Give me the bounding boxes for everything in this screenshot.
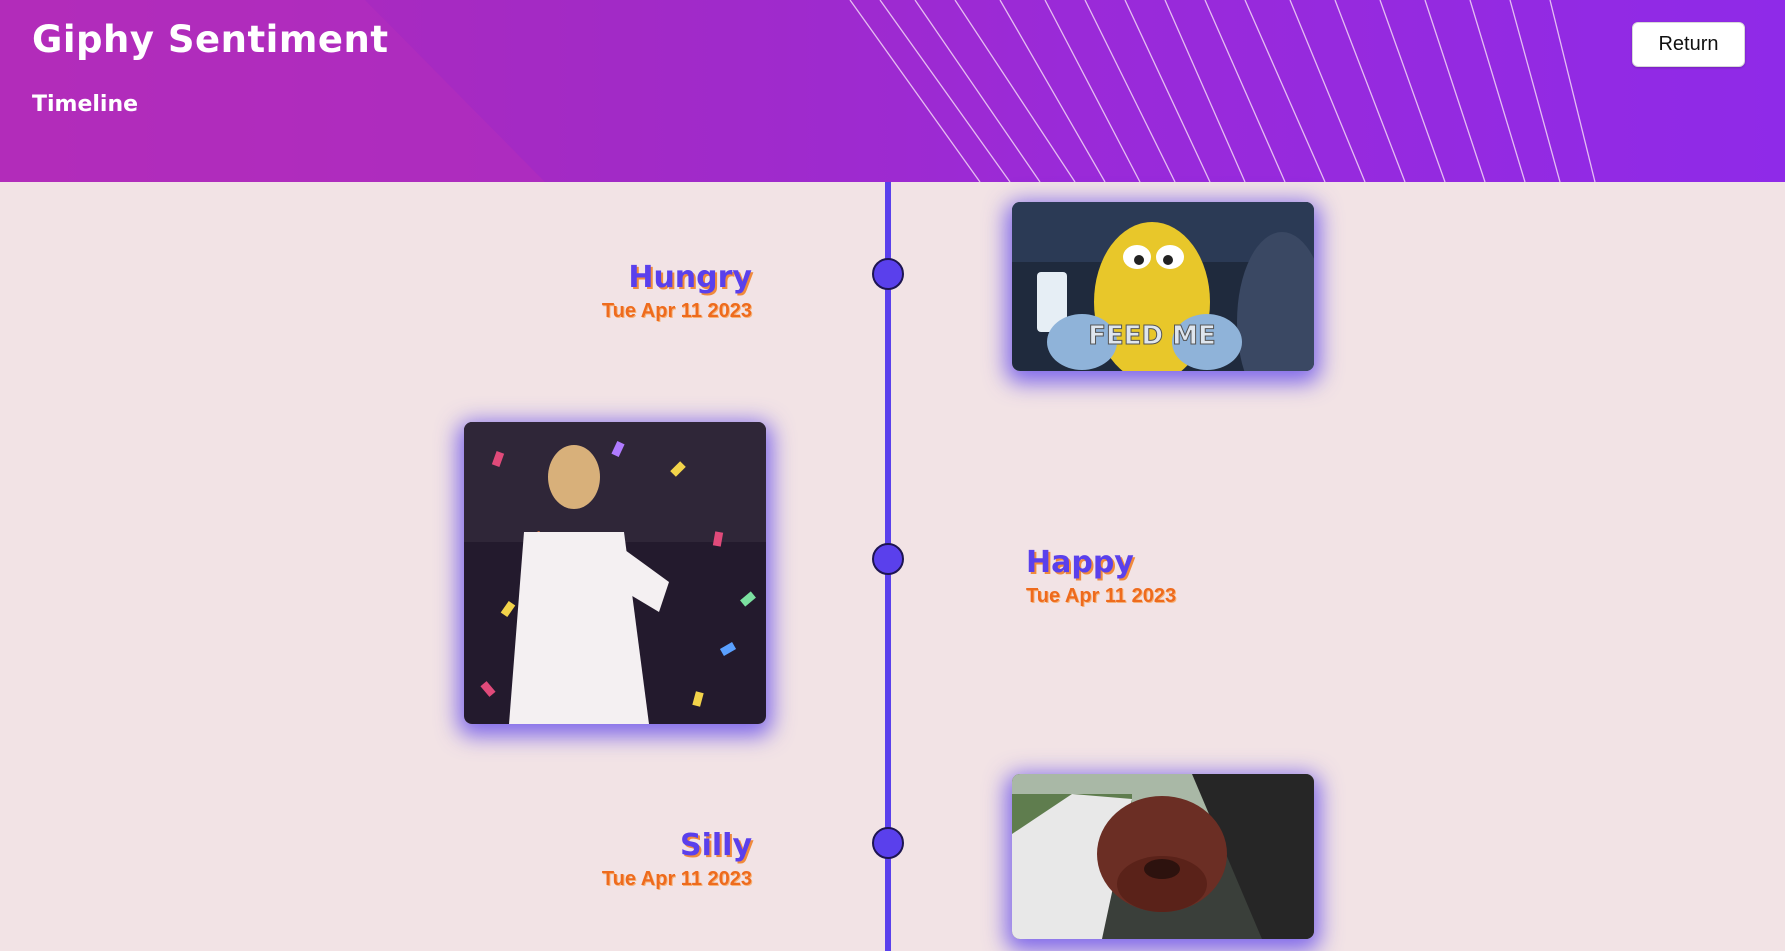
- timeline-dot: [872, 827, 904, 859]
- app-title: Giphy Sentiment: [32, 18, 389, 61]
- timeline-entry-text: Happy Tue Apr 11 2023: [1026, 545, 1286, 608]
- emotion-label: Happy: [1026, 545, 1134, 580]
- header-banner: Giphy Sentiment Timeline Return: [0, 0, 1785, 182]
- gif-thumbnail[interactable]: FEED ME: [1012, 202, 1314, 371]
- entry-date: Tue Apr 11 2023: [601, 868, 752, 890]
- emotion-label: Hungry: [628, 260, 752, 295]
- gif-image: [464, 422, 766, 724]
- gif-thumbnail[interactable]: [1012, 774, 1314, 939]
- page-subtitle: Timeline: [32, 92, 139, 117]
- emotion-label: Silly: [679, 828, 752, 863]
- timeline-entry-text: Silly Tue Apr 11 2023: [492, 828, 752, 891]
- entry-date: Tue Apr 11 2023: [1026, 585, 1177, 607]
- gif-caption: FEED ME: [1088, 321, 1216, 351]
- timeline-entry-text: Hungry Tue Apr 11 2023: [492, 260, 752, 323]
- page: Giphy Sentiment Timeline Return Hungry T…: [0, 0, 1785, 951]
- return-button[interactable]: Return: [1632, 22, 1745, 67]
- gif-thumbnail[interactable]: [464, 422, 766, 724]
- gif-image: [1012, 774, 1314, 939]
- timeline-dot: [872, 258, 904, 290]
- entry-date: Tue Apr 11 2023: [601, 300, 752, 322]
- timeline-dot: [872, 543, 904, 575]
- gif-image: FEED ME: [1012, 202, 1314, 371]
